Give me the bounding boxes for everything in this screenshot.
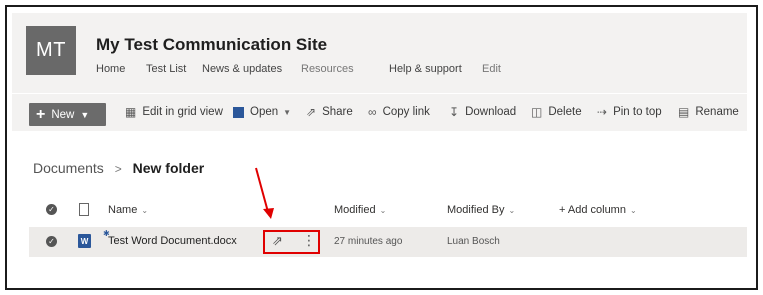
annotation-arrow [255, 167, 274, 219]
